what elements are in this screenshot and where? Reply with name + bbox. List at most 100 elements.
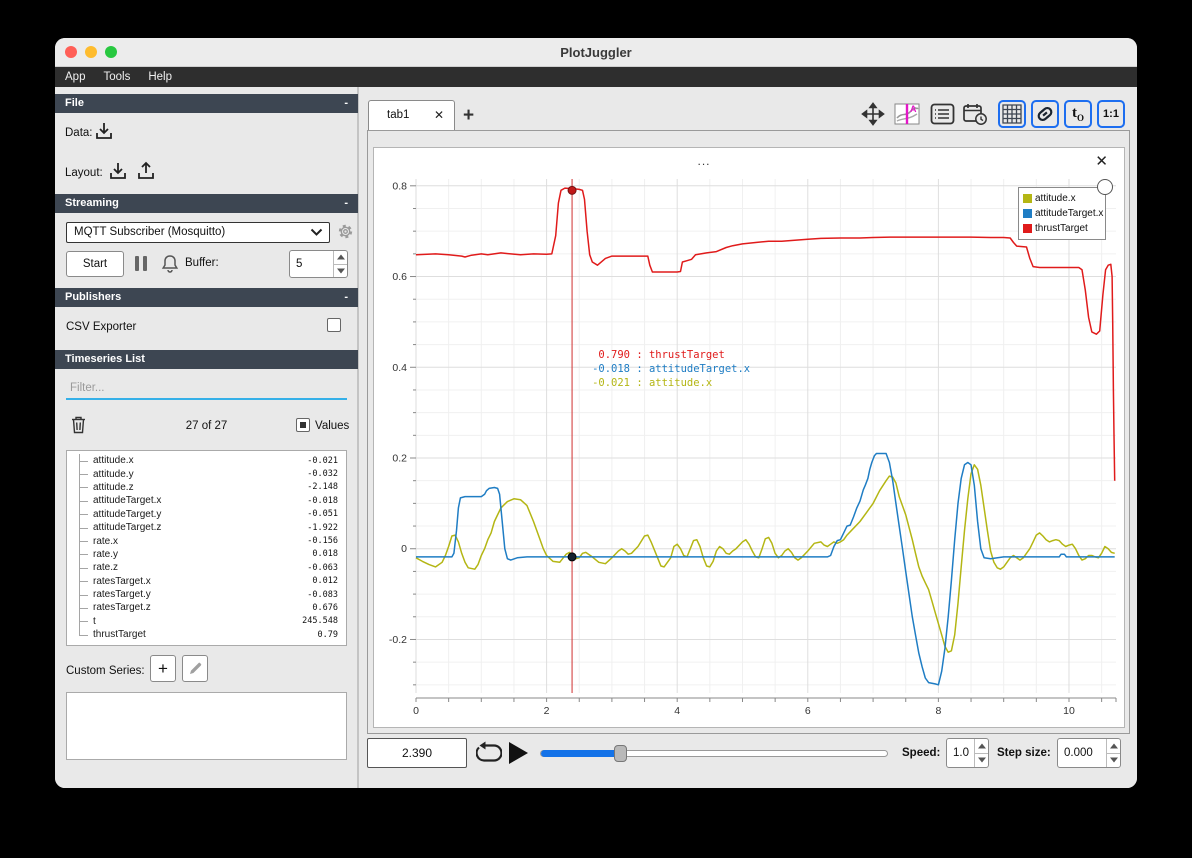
svg-text:A: A bbox=[910, 104, 917, 114]
timeseries-section-title: Timeseries List bbox=[65, 353, 145, 365]
time-slider[interactable] bbox=[540, 745, 888, 762]
tree-branch-icon bbox=[67, 507, 93, 521]
tree-branch-icon bbox=[67, 587, 93, 602]
list-view-icon[interactable] bbox=[928, 100, 956, 128]
file-section-header[interactable]: File - bbox=[55, 94, 358, 113]
tooltip-line: -0.018 : attitudeTarget.x bbox=[592, 363, 751, 375]
loop-icon[interactable] bbox=[475, 741, 503, 770]
tree-branch-icon bbox=[67, 561, 93, 575]
timeseries-row[interactable]: attitudeTarget.y -0.051 bbox=[67, 507, 346, 521]
menu-item-tools[interactable]: Tools bbox=[103, 71, 130, 83]
timeseries-row[interactable]: ratesTarget.x 0.012 bbox=[67, 574, 346, 588]
play-button[interactable] bbox=[509, 742, 528, 764]
tab-tab1[interactable]: tab1 ✕ bbox=[368, 100, 455, 130]
timeseries-row[interactable]: ratesTarget.z 0.676 bbox=[67, 601, 346, 615]
gear-icon[interactable] bbox=[337, 223, 354, 245]
timeseries-row[interactable]: rate.y 0.018 bbox=[67, 547, 346, 562]
streaming-section-title: Streaming bbox=[65, 197, 119, 209]
file-section-title: File bbox=[65, 97, 84, 109]
plot-close-icon[interactable]: ✕ bbox=[1095, 152, 1108, 170]
tree-branch-icon bbox=[67, 601, 93, 615]
publishers-section-header[interactable]: Publishers - bbox=[55, 288, 358, 307]
legend-toggle-handle[interactable] bbox=[1097, 179, 1113, 195]
svg-text:10: 10 bbox=[1063, 705, 1075, 717]
layout-label: Layout: bbox=[65, 167, 103, 179]
step-size-spinbox[interactable]: 0.000 bbox=[1057, 738, 1121, 768]
timeseries-row[interactable]: attitude.z -2.148 bbox=[67, 480, 346, 495]
add-custom-series-button[interactable]: + bbox=[150, 655, 176, 682]
custom-series-list[interactable] bbox=[66, 692, 347, 760]
datetime-icon[interactable] bbox=[961, 100, 989, 128]
tree-branch-icon bbox=[67, 494, 93, 508]
spin-up-icon[interactable] bbox=[334, 251, 347, 265]
legend-entry[interactable]: attitude.x bbox=[1023, 191, 1101, 206]
plot-widget[interactable]: ... ✕ 0 2 4 6 8 10 -0.2 0 0.2 0.4 0.6 0.8 0.790 : t… bbox=[373, 147, 1125, 728]
timeseries-row[interactable]: attitudeTarget.x -0.018 bbox=[67, 494, 346, 508]
filter-underline bbox=[66, 398, 347, 400]
legend-color-swatch bbox=[1023, 224, 1032, 233]
csv-exporter-checkbox[interactable] bbox=[327, 318, 341, 332]
timeseries-row[interactable]: attitudeTarget.z -1.922 bbox=[67, 520, 346, 535]
time-value: 2.390 bbox=[401, 746, 433, 760]
time-offset-icon[interactable]: tO bbox=[1064, 100, 1092, 128]
spin-down-icon[interactable] bbox=[1107, 754, 1120, 768]
filter-input[interactable]: Filter... bbox=[66, 378, 347, 400]
legend-entry[interactable]: thrustTarget bbox=[1023, 221, 1101, 236]
slider-handle[interactable] bbox=[614, 745, 628, 762]
spin-down-icon[interactable] bbox=[975, 754, 988, 768]
tab-label: tab1 bbox=[387, 109, 410, 121]
tree-branch-icon bbox=[67, 480, 93, 495]
timeseries-section-header[interactable]: Timeseries List bbox=[55, 350, 358, 369]
cursor-trace-icon[interactable]: A bbox=[893, 100, 921, 128]
legend-entry[interactable]: attitudeTarget.x bbox=[1023, 206, 1103, 221]
menu-bar: App Tools Help bbox=[55, 67, 1137, 87]
collapse-icon[interactable]: - bbox=[344, 288, 348, 307]
add-tab-button[interactable]: + bbox=[463, 105, 474, 127]
values-checkbox[interactable] bbox=[296, 418, 310, 432]
grid-view-icon[interactable] bbox=[998, 100, 1026, 128]
timeseries-row[interactable]: t 245.548 bbox=[67, 614, 346, 629]
collapse-icon[interactable]: - bbox=[344, 94, 348, 113]
ratio-1-1-icon[interactable]: 1:1 bbox=[1097, 100, 1125, 128]
link-axes-icon[interactable] bbox=[1031, 100, 1059, 128]
tab-close-icon[interactable]: ✕ bbox=[434, 108, 444, 122]
spin-up-icon[interactable] bbox=[975, 739, 988, 754]
svg-text:0: 0 bbox=[413, 705, 419, 717]
collapse-icon[interactable]: - bbox=[344, 194, 348, 213]
pause-icon[interactable] bbox=[135, 256, 147, 271]
bell-icon[interactable] bbox=[161, 253, 179, 278]
time-input[interactable]: 2.390 bbox=[367, 738, 467, 768]
streaming-section-header[interactable]: Streaming - bbox=[55, 194, 358, 213]
svg-text:6: 6 bbox=[805, 705, 811, 717]
load-data-icon[interactable] bbox=[93, 120, 115, 147]
legend-color-swatch bbox=[1023, 209, 1032, 218]
step-size-value: 0.000 bbox=[1064, 747, 1093, 759]
tree-branch-icon bbox=[67, 628, 93, 641]
timeseries-row[interactable]: attitude.x -0.021 bbox=[67, 454, 346, 468]
spin-up-icon[interactable] bbox=[1107, 739, 1120, 754]
load-layout-icon[interactable] bbox=[107, 160, 129, 187]
menu-item-help[interactable]: Help bbox=[148, 71, 172, 83]
chart-canvas[interactable]: 0 2 4 6 8 10 -0.2 0 0.2 0.4 0.6 0.8 bbox=[374, 148, 1126, 729]
menu-item-app[interactable]: App bbox=[65, 71, 85, 83]
pan-zoom-icon[interactable] bbox=[859, 100, 887, 128]
speed-spinbox[interactable]: 1.0 bbox=[946, 738, 989, 768]
plot-title[interactable]: ... bbox=[374, 154, 1034, 168]
save-layout-icon[interactable] bbox=[135, 160, 157, 187]
timeseries-row[interactable]: rate.z -0.063 bbox=[67, 561, 346, 575]
timeseries-row[interactable]: rate.x -0.156 bbox=[67, 534, 346, 548]
plot-legend[interactable]: attitude.x attitudeTarget.x thrustTarget bbox=[1018, 187, 1106, 240]
tree-branch-icon bbox=[67, 547, 93, 562]
edit-custom-series-button[interactable] bbox=[182, 655, 208, 682]
spin-down-icon[interactable] bbox=[334, 265, 347, 278]
streaming-source-value: MQTT Subscriber (Mosquitto) bbox=[74, 226, 226, 238]
legend-color-swatch bbox=[1023, 194, 1032, 203]
timeseries-row[interactable]: thrustTarget 0.79 bbox=[67, 628, 346, 641]
start-button[interactable]: Start bbox=[66, 251, 124, 277]
tree-branch-icon bbox=[67, 467, 93, 481]
timeseries-row[interactable]: ratesTarget.y -0.083 bbox=[67, 587, 346, 602]
tooltip-line: 0.790 : thrustTarget bbox=[598, 349, 725, 361]
buffer-spinbox[interactable]: 5 bbox=[289, 250, 348, 278]
timeseries-row[interactable]: attitude.y -0.032 bbox=[67, 467, 346, 481]
streaming-source-select[interactable]: MQTT Subscriber (Mosquitto) bbox=[66, 222, 330, 243]
